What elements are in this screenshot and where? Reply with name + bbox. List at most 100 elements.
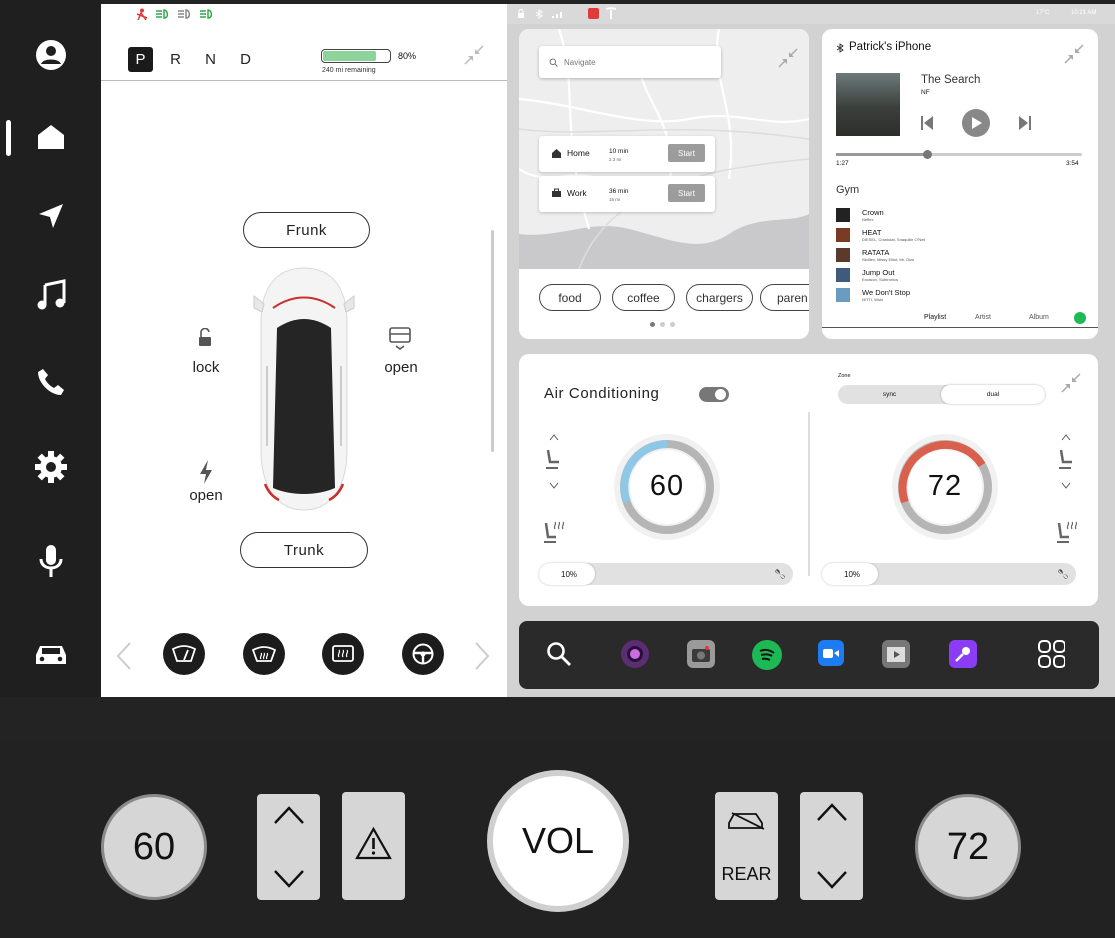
seat-heat-icon[interactable] bbox=[541, 519, 565, 545]
steering-wheel-heat-button[interactable] bbox=[402, 633, 444, 675]
bluetooth-icon bbox=[535, 9, 543, 19]
spotify-icon[interactable] bbox=[1074, 312, 1086, 324]
microphone-icon[interactable] bbox=[33, 543, 69, 579]
zone-toggle[interactable]: sync dual bbox=[838, 385, 1045, 404]
seat-recline-icon[interactable] bbox=[1056, 448, 1074, 472]
gear-reverse[interactable]: R bbox=[163, 47, 188, 72]
hazard-button[interactable] bbox=[342, 792, 405, 900]
chip-parent[interactable]: paren bbox=[760, 284, 809, 311]
chevron-up-icon[interactable] bbox=[815, 801, 849, 823]
start-button[interactable]: Start bbox=[668, 184, 705, 202]
seat-recline-icon[interactable] bbox=[543, 448, 561, 472]
gear-drive[interactable]: D bbox=[233, 47, 258, 72]
chip-coffee[interactable]: coffee bbox=[612, 284, 675, 311]
start-button[interactable]: Start bbox=[668, 144, 705, 162]
chevron-up-icon[interactable] bbox=[548, 433, 560, 441]
progress-thumb[interactable] bbox=[923, 150, 932, 159]
chevron-down-icon[interactable] bbox=[1060, 482, 1072, 490]
spotify-icon[interactable] bbox=[752, 640, 782, 670]
settings-gear-icon[interactable] bbox=[33, 449, 69, 485]
navigate-search[interactable]: Navigate bbox=[539, 46, 721, 78]
progress-track[interactable] bbox=[836, 150, 1082, 159]
rear-defrost-button[interactable] bbox=[322, 633, 364, 675]
briefcase-icon bbox=[552, 188, 561, 197]
home-icon[interactable] bbox=[33, 119, 69, 155]
collapse-icon[interactable] bbox=[463, 44, 485, 66]
list-item[interactable]: HEAT DIESEL, Crankdat, Snaquille O'Neil bbox=[836, 227, 1076, 245]
car-icon[interactable] bbox=[33, 637, 69, 673]
media-card: Patrick's iPhone The Search NF 1:27 3:54… bbox=[822, 29, 1098, 339]
temperature-readout: 17°C bbox=[1036, 10, 1050, 16]
tesla-logo-icon[interactable] bbox=[605, 7, 617, 20]
ac-toggle[interactable] bbox=[699, 387, 729, 402]
expand-map-icon[interactable] bbox=[777, 47, 799, 69]
song-artist: NITTI, Wuki bbox=[862, 297, 884, 302]
left-fan-slider[interactable]: 10% bbox=[539, 563, 793, 585]
camera-lens-icon[interactable] bbox=[621, 640, 649, 668]
right-fan-slider[interactable]: 10% bbox=[822, 563, 1076, 585]
zoom-icon[interactable] bbox=[818, 640, 844, 666]
destination-home[interactable]: Home 10 min 2.3 mi Start bbox=[539, 136, 715, 172]
front-defrost-button[interactable] bbox=[243, 633, 285, 675]
chevron-up-icon[interactable] bbox=[272, 804, 306, 826]
signal-icon bbox=[552, 12, 562, 18]
scrollbar[interactable] bbox=[491, 230, 494, 452]
zone-sync[interactable]: sync bbox=[838, 385, 941, 404]
right-temp-knob[interactable]: 72 bbox=[915, 794, 1021, 900]
microphone-app-icon[interactable] bbox=[949, 640, 977, 668]
list-item[interactable]: Jump Out Excision, Subtronics bbox=[836, 267, 1076, 285]
lock-open-icon[interactable] bbox=[196, 328, 214, 348]
chip-chargers[interactable]: chargers bbox=[686, 284, 753, 311]
trunk-button[interactable]: Trunk bbox=[240, 532, 368, 568]
zone-dual[interactable]: dual bbox=[941, 385, 1045, 404]
frunk-button[interactable]: Frunk bbox=[243, 212, 370, 248]
tab-album[interactable]: Album bbox=[1029, 314, 1049, 321]
play-button[interactable] bbox=[962, 109, 990, 137]
seat-heat-icon[interactable] bbox=[1054, 519, 1078, 545]
search-icon[interactable] bbox=[545, 640, 573, 668]
chevron-down-icon[interactable] bbox=[815, 869, 849, 891]
camera-icon[interactable] bbox=[687, 640, 715, 668]
collapse-icon[interactable] bbox=[1063, 43, 1085, 65]
zone-divider bbox=[808, 412, 810, 576]
destination-work[interactable]: Work 36 min 15 mi Start bbox=[539, 176, 715, 212]
chevron-down-icon[interactable] bbox=[272, 868, 306, 890]
video-icon[interactable] bbox=[882, 640, 910, 668]
front-defrost-icon bbox=[251, 646, 277, 662]
chevron-up-icon[interactable] bbox=[1060, 433, 1072, 441]
chevron-right-icon[interactable] bbox=[473, 641, 491, 671]
chevron-down-icon[interactable] bbox=[548, 482, 560, 490]
collapse-icon[interactable] bbox=[1060, 372, 1082, 394]
wiper-icon bbox=[171, 645, 197, 662]
song-title: Crown bbox=[862, 208, 884, 217]
gear-selector[interactable]: P R N D bbox=[128, 47, 258, 72]
left-temp-knob[interactable]: 60 bbox=[101, 794, 207, 900]
list-item[interactable]: RATATA Skrillex, Missy Elliot, Mr. Oizo bbox=[836, 247, 1076, 265]
charge-port-icon[interactable] bbox=[198, 459, 214, 485]
page-dots[interactable] bbox=[650, 322, 675, 327]
destination-name: Home bbox=[567, 148, 590, 158]
apps-grid-icon[interactable] bbox=[1037, 640, 1065, 668]
volume-knob[interactable]: VOL bbox=[487, 770, 629, 912]
chip-food[interactable]: food bbox=[539, 284, 601, 311]
previous-track-icon[interactable] bbox=[920, 115, 934, 131]
next-track-icon[interactable] bbox=[1018, 115, 1032, 131]
tab-artist[interactable]: Artist bbox=[975, 314, 991, 321]
wiper-button[interactable] bbox=[163, 633, 205, 675]
list-item[interactable]: Crown Neffex bbox=[836, 207, 1076, 225]
alert-badge-icon[interactable] bbox=[588, 8, 599, 19]
chevron-left-icon[interactable] bbox=[115, 641, 133, 671]
profile-icon[interactable] bbox=[33, 37, 69, 73]
temp-up-down-rocker-right[interactable] bbox=[800, 792, 863, 900]
phone-icon[interactable] bbox=[33, 364, 69, 400]
steering-wheel-heat-icon bbox=[412, 643, 434, 665]
gear-park[interactable]: P bbox=[128, 47, 153, 72]
temp-up-down-rocker[interactable] bbox=[257, 794, 320, 900]
navigation-arrow-icon[interactable] bbox=[33, 198, 69, 234]
rear-defrost-hw-button[interactable]: REAR bbox=[715, 792, 778, 900]
music-icon[interactable] bbox=[33, 277, 69, 313]
tab-playlist[interactable]: Playlist bbox=[924, 314, 946, 321]
window-vent-icon[interactable] bbox=[388, 326, 412, 352]
list-item[interactable]: We Don't Stop NITTI, Wuki bbox=[836, 287, 1076, 305]
gear-neutral[interactable]: N bbox=[198, 47, 223, 72]
